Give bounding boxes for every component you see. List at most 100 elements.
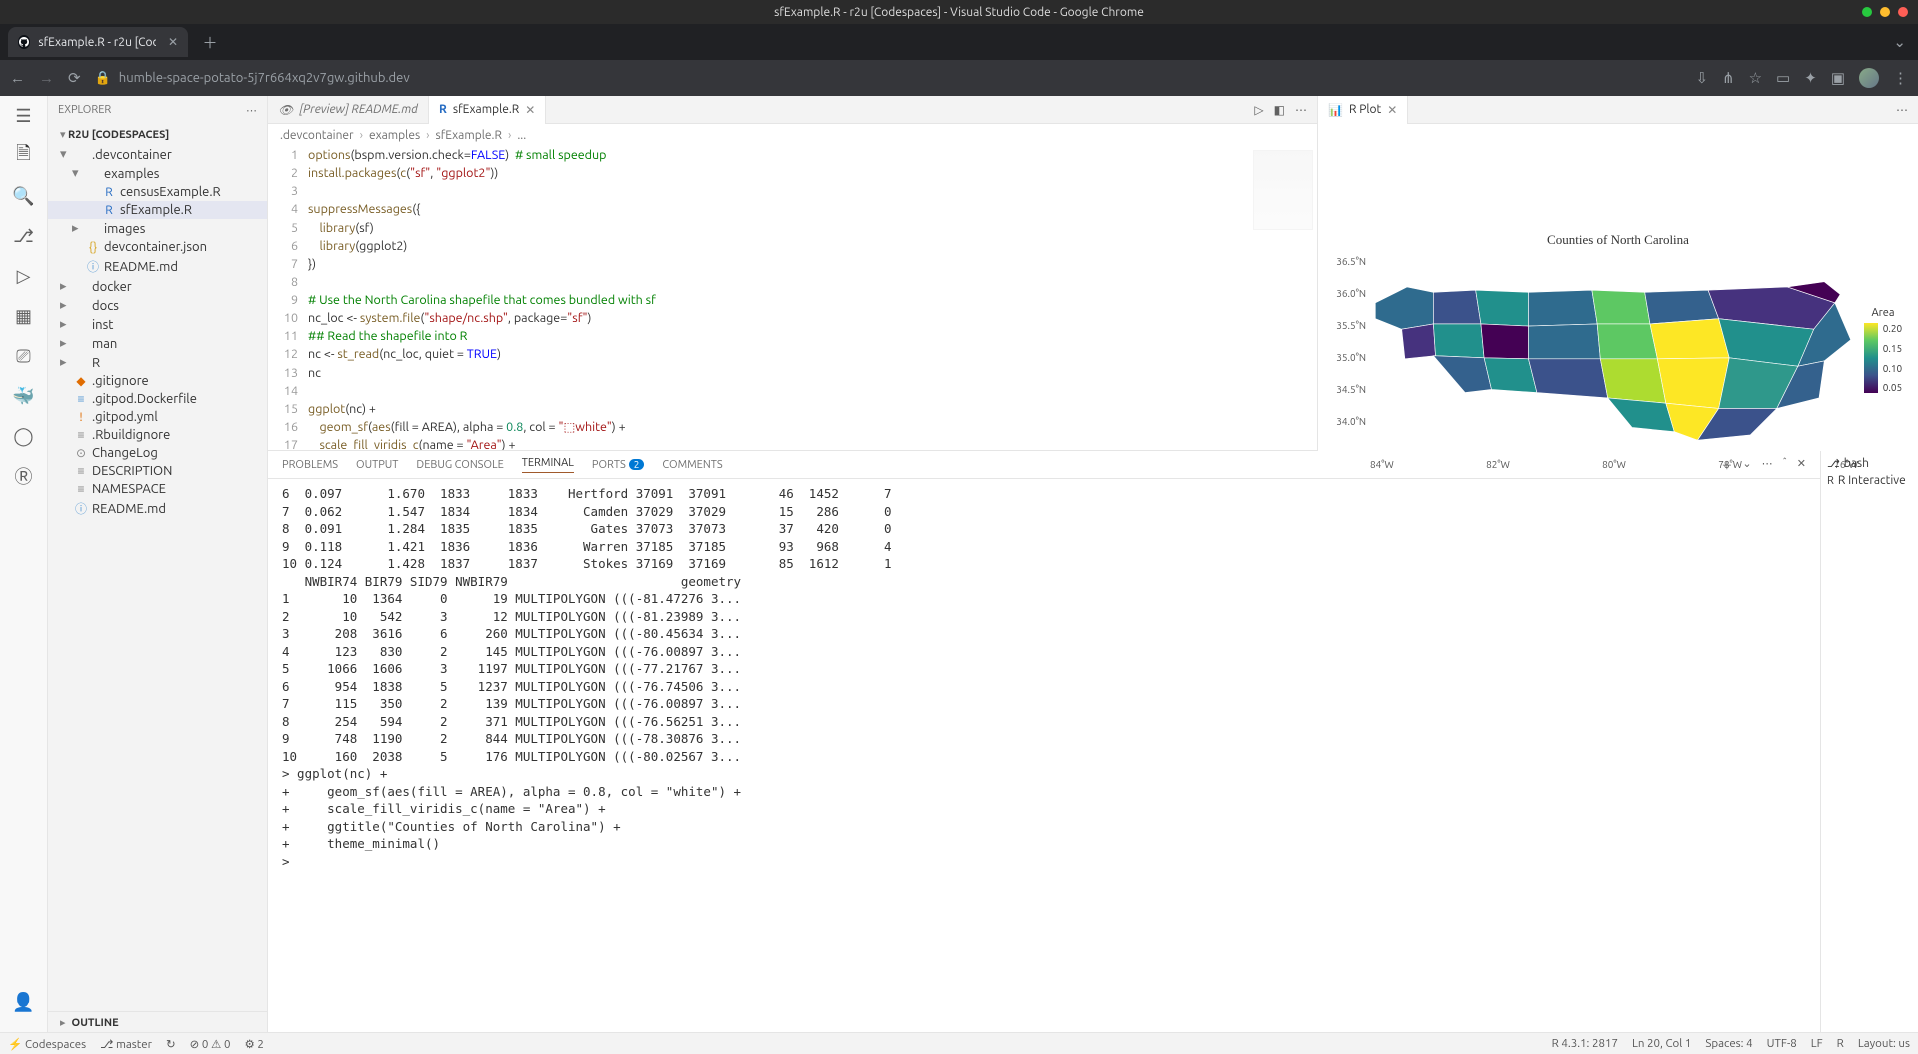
status-item[interactable]: ↻ [166, 1037, 176, 1051]
panel-tab-ports[interactable]: Ports2 [592, 459, 645, 471]
status-item[interactable]: ⚡ Codespaces [8, 1037, 86, 1051]
status-item[interactable]: ⚙ 2 [244, 1037, 263, 1051]
tree-item[interactable]: ≡.gitpod.Dockerfile [48, 390, 267, 408]
close-icon[interactable]: ✕ [525, 103, 535, 117]
more-icon[interactable]: ⋯ [1762, 457, 1773, 473]
more-icon[interactable]: ⋯ [1896, 103, 1908, 117]
run-icon[interactable]: ▷ [1254, 103, 1263, 117]
github-icon[interactable]: ◯ [12, 424, 36, 448]
status-item[interactable]: LF [1811, 1037, 1823, 1050]
tree-item[interactable]: ▸R [48, 353, 267, 372]
browser-tab[interactable]: sfExample.R - r2u [Codes ✕ [8, 27, 188, 57]
tree-item[interactable]: ▸docs [48, 296, 267, 315]
terminal-entry[interactable]: ⎇bash [1827, 455, 1912, 472]
panel-tab-debug-console[interactable]: Debug Console [416, 459, 503, 471]
split-icon[interactable]: ◧ [1274, 103, 1285, 117]
editor-group-right: 📊 R Plot ✕ ⋯ Counties of North Carolina … [1318, 96, 1918, 450]
vscode-root: ☰ 🗎 🔍 ⎇ ▷ ▦ ⎚ 🐳 ◯ Ⓡ 👤 ⚙ Explorer ⋯ ▾ R2U… [0, 96, 1918, 1054]
chevron-down-icon[interactable]: ⌄ [1742, 457, 1751, 473]
tree-item[interactable]: ▸inst [48, 315, 267, 334]
outline-section[interactable]: ▸Outline [48, 1012, 267, 1033]
chevron-down-icon[interactable]: ⌄ [1893, 33, 1906, 51]
tree-item[interactable]: ≡.Rbuildignore [48, 426, 267, 444]
close-icon[interactable]: ✕ [1387, 103, 1397, 117]
tree-item[interactable]: ▾.devcontainer [48, 145, 267, 164]
panel-tab-problems[interactable]: Problems [282, 459, 338, 471]
forward-icon[interactable]: → [39, 69, 54, 87]
status-item[interactable]: Spaces: 4 [1705, 1037, 1752, 1050]
workspace-name[interactable]: ▾ R2U [CODESPACES] [48, 124, 267, 145]
tree-item[interactable]: ▸man [48, 334, 267, 353]
menu-icon[interactable]: ☰ [12, 104, 36, 128]
search-icon[interactable]: 🔍 [12, 184, 36, 208]
install-icon[interactable]: ⇩ [1695, 69, 1708, 87]
share-icon[interactable]: ⋔ [1722, 69, 1735, 87]
tab-r-plot[interactable]: 📊 R Plot ✕ [1318, 96, 1408, 124]
status-item[interactable]: Layout: us [1858, 1037, 1910, 1050]
close-icon[interactable]: ✕ [168, 35, 178, 49]
files-icon[interactable]: 🗎 [12, 144, 36, 168]
tree-item[interactable]: ◆.gitignore [48, 372, 267, 390]
r-icon[interactable]: Ⓡ [12, 464, 36, 488]
code-editor[interactable]: 1234567891011121314151617181920 options(… [268, 146, 1317, 450]
status-item[interactable]: Ln 20, Col 1 [1632, 1037, 1691, 1050]
editor-tab[interactable]: 👁[Preview] README.md [268, 96, 429, 124]
tree-item[interactable]: ⓘREADME.md [48, 498, 267, 519]
panel-tab-terminal[interactable]: Terminal [522, 457, 574, 473]
url-text: humble-space-potato-5j7r664xq2v7gw.githu… [119, 71, 410, 85]
panel-tab-output[interactable]: Output [356, 459, 398, 471]
plot-legend: Area 0.200.150.100.05 [1856, 250, 1910, 451]
tree-item[interactable]: ▾examples [48, 164, 267, 183]
run-debug-icon[interactable]: ▷ [12, 264, 36, 288]
profile-avatar[interactable] [1859, 68, 1879, 88]
extensions-icon[interactable]: ▦ [12, 304, 36, 328]
status-item[interactable]: ⊘ 0 ⚠ 0 [190, 1037, 231, 1051]
activity-bar: ☰ 🗎 🔍 ⎇ ▷ ▦ ⎚ 🐳 ◯ Ⓡ 👤 ⚙ [0, 96, 48, 1054]
explorer-title: Explorer [58, 104, 111, 116]
tree-item[interactable]: ≡DESCRIPTION [48, 462, 267, 480]
download-icon[interactable]: ▭ [1776, 69, 1790, 87]
address-bar[interactable]: 🔒 humble-space-potato-5j7r664xq2v7gw.git… [95, 71, 1682, 86]
minimize-dot[interactable] [1862, 7, 1872, 17]
chrome-toolbar: ← → ⟳ 🔒 humble-space-potato-5j7r664xq2v7… [0, 60, 1918, 96]
tree-item[interactable]: ⊙ChangeLog [48, 444, 267, 462]
more-icon[interactable]: ⋯ [1295, 103, 1307, 117]
tree-item[interactable]: ▸images [48, 219, 267, 238]
minimap[interactable] [1253, 150, 1313, 230]
panel-tab-comments[interactable]: Comments [662, 459, 722, 471]
new-tab-button[interactable]: ＋ [198, 32, 222, 53]
close-dot[interactable] [1898, 7, 1908, 17]
tree-item[interactable]: !.gitpod.yml [48, 408, 267, 426]
status-item[interactable]: ⎇ master [100, 1037, 152, 1051]
tree-item[interactable]: RsfExample.R [48, 201, 267, 219]
bookmark-icon[interactable]: ☆ [1749, 69, 1762, 87]
status-item[interactable]: R 4.3.1: 2817 [1552, 1037, 1618, 1050]
maximize-panel-icon[interactable]: ˆ [1783, 457, 1787, 473]
status-item[interactable]: UTF-8 [1767, 1037, 1797, 1050]
close-panel-icon[interactable]: ✕ [1797, 457, 1806, 473]
maximize-dot[interactable] [1880, 7, 1890, 17]
more-icon[interactable]: ⋯ [246, 104, 257, 117]
tree-item[interactable]: RcensusExample.R [48, 183, 267, 201]
docker-icon[interactable]: 🐳 [12, 384, 36, 408]
editor-tabbar: 👁[Preview] README.mdRsfExample.R✕ ▷ ◧ ⋯ [268, 96, 1317, 124]
status-item[interactable]: R [1837, 1037, 1844, 1050]
plot-map [1370, 250, 1856, 451]
back-icon[interactable]: ← [10, 69, 25, 87]
tree-item[interactable]: ≡NAMESPACE [48, 480, 267, 498]
panel-icon[interactable]: ▣ [1831, 69, 1845, 87]
menu-icon[interactable]: ⋮ [1893, 69, 1908, 87]
new-terminal-icon[interactable]: ＋ [1721, 457, 1732, 473]
terminal-entry[interactable]: RR Interactive [1827, 472, 1912, 489]
breadcrumbs[interactable]: .devcontainer›examples›sfExample.R›... [268, 124, 1317, 146]
remote-icon[interactable]: ⎚ [12, 344, 36, 368]
extensions-icon[interactable]: ✦ [1804, 69, 1817, 87]
source-control-icon[interactable]: ⎇ [12, 224, 36, 248]
tree-item[interactable]: ⓘREADME.md [48, 256, 267, 277]
tree-item[interactable]: ▸docker [48, 277, 267, 296]
terminal[interactable]: 6 0.097 1.670 1833 1833 Hertford 37091 3… [268, 479, 1820, 1054]
tree-item[interactable]: {}devcontainer.json [48, 238, 267, 256]
account-icon[interactable]: 👤 [12, 990, 36, 1014]
reload-icon[interactable]: ⟳ [68, 69, 81, 87]
editor-tab[interactable]: RsfExample.R✕ [429, 96, 546, 124]
